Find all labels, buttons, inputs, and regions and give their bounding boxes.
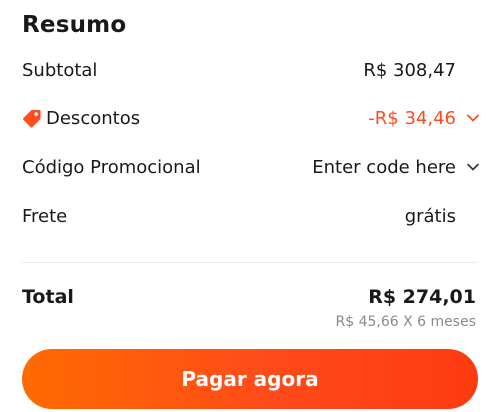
summary-title: Resumo bbox=[22, 12, 127, 38]
installments-text: R$ 45,66 X 6 meses bbox=[335, 314, 476, 330]
divider bbox=[22, 262, 478, 263]
total-value: R$ 274,01 bbox=[368, 286, 476, 308]
pay-now-button[interactable]: Pagar agora bbox=[22, 349, 478, 409]
discounts-label: Descontos bbox=[46, 107, 141, 129]
subtotal-row: Subtotal R$ 308,47 bbox=[22, 55, 480, 85]
promo-code-toggle[interactable]: Enter code here bbox=[312, 157, 480, 178]
shipping-value: grátis bbox=[404, 205, 456, 227]
discounts-left: Descontos bbox=[22, 108, 140, 129]
shipping-label: Frete bbox=[22, 205, 68, 227]
subtotal-label: Subtotal bbox=[22, 59, 98, 81]
subtotal-value: R$ 308,47 bbox=[363, 59, 456, 81]
chevron-down-icon[interactable] bbox=[466, 160, 480, 174]
chevron-down-icon[interactable] bbox=[466, 111, 480, 125]
shipping-row: Frete grátis bbox=[22, 201, 480, 231]
total-label: Total bbox=[22, 286, 74, 308]
discounts-right: -R$ 34,46 bbox=[368, 108, 480, 129]
tag-icon bbox=[22, 110, 41, 128]
discounts-row[interactable]: Descontos -R$ 34,46 bbox=[22, 103, 480, 133]
promo-code-row[interactable]: Código Promocional Enter code here bbox=[22, 152, 480, 182]
promo-code-label: Código Promocional bbox=[22, 156, 201, 178]
discounts-value: -R$ 34,46 bbox=[368, 107, 456, 129]
promo-code-placeholder[interactable]: Enter code here bbox=[312, 157, 456, 178]
